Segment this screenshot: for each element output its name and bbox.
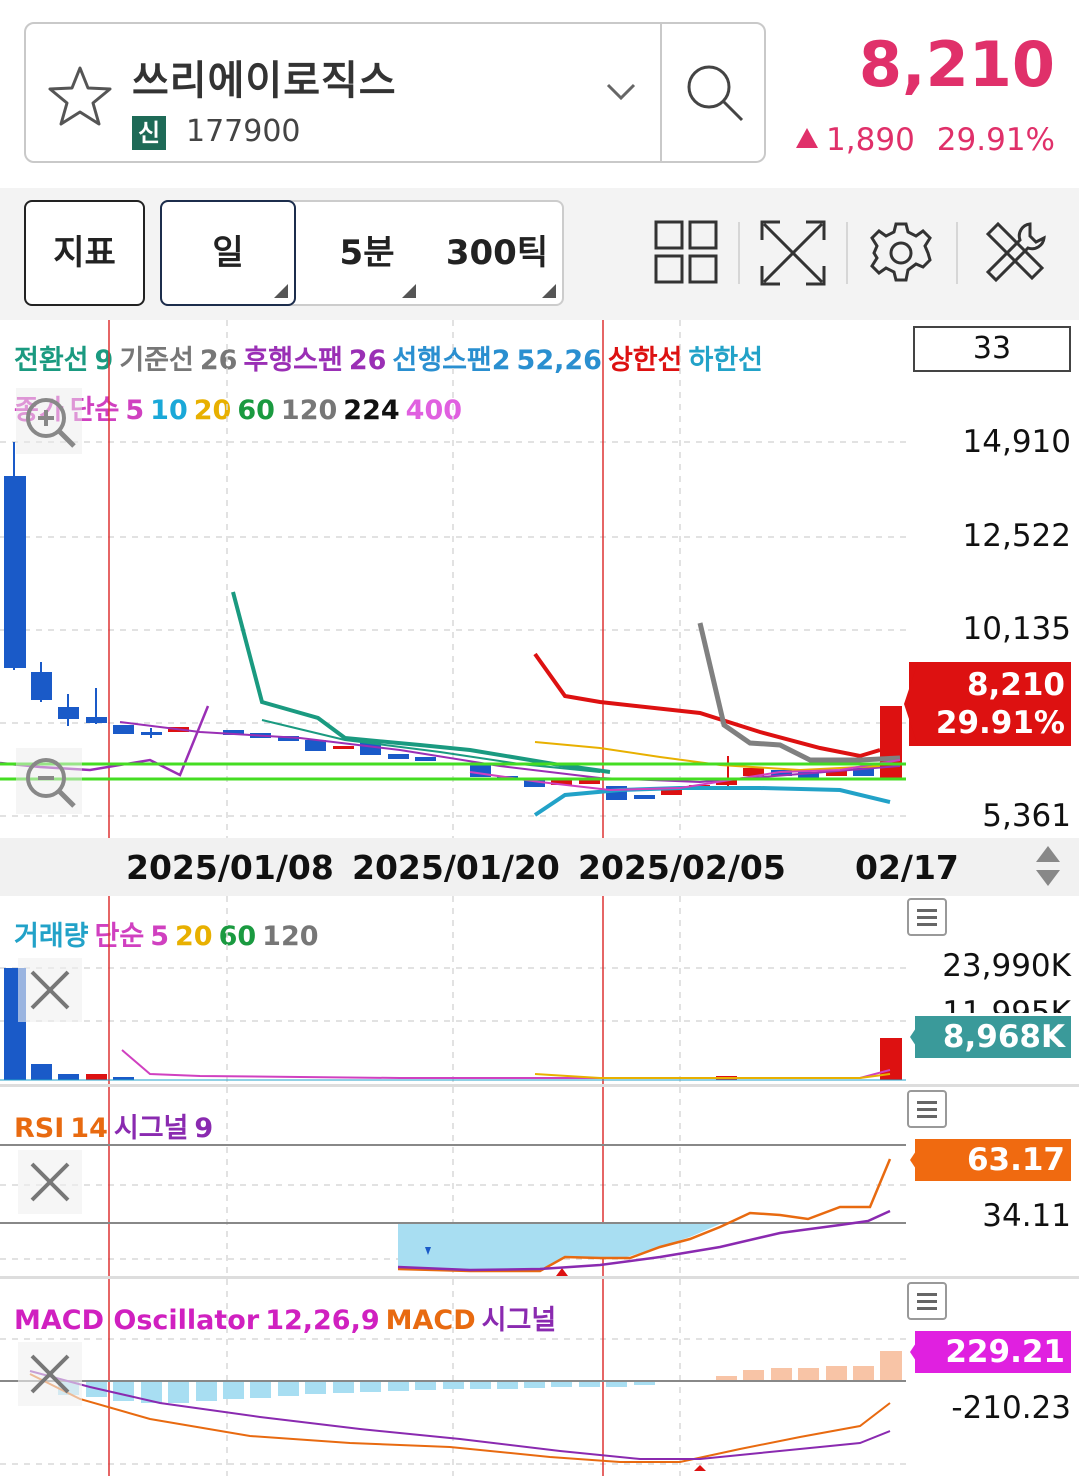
rsi-current-tag: 63.17 bbox=[915, 1139, 1071, 1181]
stock-selector[interactable]: 쓰리에이로직스 신 177900 bbox=[24, 22, 766, 163]
candle bbox=[31, 672, 52, 700]
close-rsi-icon[interactable] bbox=[18, 1150, 82, 1214]
chart-toolbar: 지표 일 5분 300틱 bbox=[0, 188, 1079, 320]
close-macd-icon[interactable] bbox=[18, 1342, 82, 1406]
fullscreen-icon[interactable] bbox=[758, 218, 828, 288]
y-axis-label: 5,361 bbox=[982, 798, 1071, 834]
ichimoku-value-box[interactable]: 33 bbox=[913, 326, 1071, 372]
period-selector: 일 5분 300틱 bbox=[160, 200, 564, 306]
period-day-button[interactable]: 일 bbox=[160, 200, 296, 306]
volume-y-label-partial: 11,995K bbox=[942, 995, 1071, 1013]
current-price: 8,210 bbox=[858, 28, 1055, 101]
resize-arrows-icon[interactable] bbox=[1034, 844, 1062, 888]
rsi-signal-value: 34.11 bbox=[982, 1198, 1071, 1234]
volume-current-tag: 8,968K bbox=[915, 1016, 1071, 1058]
candle bbox=[579, 780, 600, 784]
candle bbox=[634, 795, 655, 799]
rsi-chart[interactable] bbox=[0, 1087, 906, 1277]
y-axis-label: 14,910 bbox=[962, 424, 1071, 460]
period-5min-button[interactable]: 5분 bbox=[312, 202, 422, 304]
volume-bar bbox=[880, 1038, 902, 1080]
volume-bar bbox=[58, 1074, 79, 1080]
up-arrow-icon bbox=[796, 128, 819, 148]
price-tag-percent: 29.91% bbox=[935, 705, 1065, 741]
search-icon bbox=[687, 65, 744, 122]
macd-current-tag: 229.21 bbox=[915, 1331, 1071, 1373]
volume-y-label: 23,990K bbox=[942, 948, 1071, 984]
close-volume-icon[interactable] bbox=[18, 958, 82, 1022]
candle bbox=[333, 746, 354, 749]
volume-chart[interactable] bbox=[0, 896, 906, 1084]
layout-grid-icon[interactable] bbox=[652, 218, 722, 288]
y-axis-label: 12,522 bbox=[962, 518, 1071, 554]
zoom-out-icon[interactable] bbox=[16, 748, 82, 814]
candle bbox=[58, 707, 79, 719]
candle bbox=[113, 725, 134, 734]
macd-chart[interactable] bbox=[0, 1279, 906, 1476]
y-axis-label: 10,135 bbox=[962, 611, 1071, 647]
date-label: 2025/01/08 bbox=[126, 848, 334, 887]
tools-icon[interactable] bbox=[980, 218, 1050, 288]
current-price-tag: 8,210 29.91% bbox=[909, 662, 1071, 746]
rsi-menu-icon[interactable] bbox=[907, 1090, 947, 1128]
candle bbox=[141, 732, 162, 735]
search-button[interactable] bbox=[660, 24, 766, 161]
market-badge: 신 bbox=[132, 116, 166, 150]
candle bbox=[415, 757, 436, 761]
stock-name: 쓰리에이로직스 bbox=[132, 58, 397, 104]
favorite-star-icon[interactable] bbox=[48, 64, 112, 128]
price-tag-value: 8,210 bbox=[966, 667, 1065, 703]
volume-menu-icon[interactable] bbox=[907, 898, 947, 936]
date-axis[interactable]: 2025/01/08 2025/01/20 2025/02/05 02/17 bbox=[0, 838, 1079, 896]
change-percent: 29.91% bbox=[936, 122, 1055, 158]
candle bbox=[86, 717, 107, 723]
settings-gear-icon[interactable] bbox=[866, 218, 936, 288]
date-label: 2025/02/05 bbox=[578, 848, 786, 887]
indicator-button[interactable]: 지표 bbox=[24, 200, 145, 306]
date-label: 2025/01/20 bbox=[352, 848, 560, 887]
volume-bar bbox=[86, 1074, 107, 1080]
date-label: 02/17 bbox=[855, 848, 959, 887]
stock-code: 177900 bbox=[186, 114, 301, 149]
volume-bar bbox=[31, 1064, 52, 1080]
macd-signal-value: -210.23 bbox=[951, 1390, 1071, 1426]
candle bbox=[4, 476, 26, 668]
period-300tick-button[interactable]: 300틱 bbox=[432, 202, 562, 304]
candle bbox=[388, 754, 409, 759]
price-change: 1,890 29.91% bbox=[796, 122, 1055, 158]
main-price-chart[interactable] bbox=[0, 320, 906, 838]
change-amount: 1,890 bbox=[826, 122, 915, 158]
macd-menu-icon[interactable] bbox=[907, 1282, 947, 1320]
chevron-down-icon[interactable] bbox=[606, 82, 636, 102]
zoom-in-icon[interactable] bbox=[16, 388, 82, 454]
